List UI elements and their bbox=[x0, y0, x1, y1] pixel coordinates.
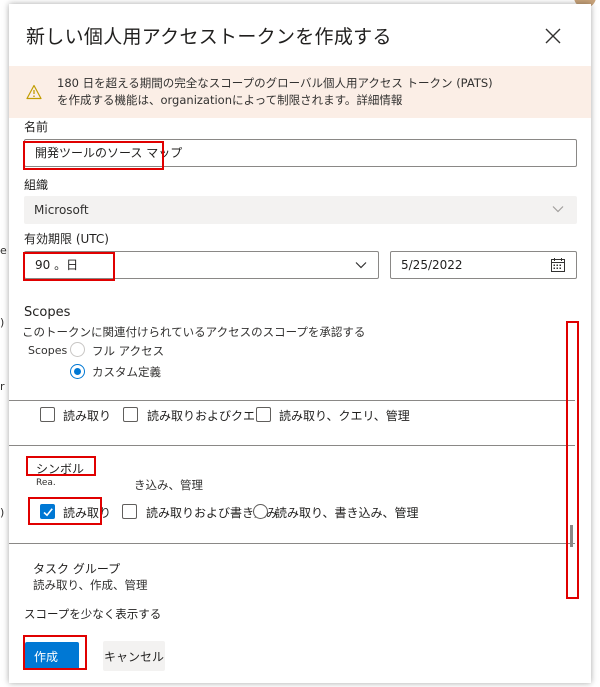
read-query-manage-checkbox[interactable] bbox=[256, 407, 271, 422]
read-query-manage-label: 読み取り、クエリ、管理 bbox=[279, 409, 410, 423]
symbol-description-partial: Rea. bbox=[36, 478, 56, 488]
custom-defined-radio[interactable] bbox=[70, 364, 85, 379]
organization-label: 組織 bbox=[24, 178, 49, 192]
warning-line-1: 180 日を超える期間の完全なスコープのグローバル個人用アクセス トークン (P… bbox=[57, 76, 493, 90]
task-group-description: 読み取り、作成、管理 bbox=[33, 578, 148, 592]
show-fewer-scopes-link[interactable]: スコープを少なく表示する bbox=[24, 606, 161, 622]
expiration-value: 90 。日 bbox=[35, 258, 79, 272]
calendar-icon[interactable] bbox=[550, 257, 566, 273]
background-text: ) bbox=[0, 316, 5, 329]
create-button[interactable]: 作成 bbox=[25, 642, 79, 670]
scopes-title: Scopes bbox=[24, 305, 71, 320]
custom-defined-label: カスタム定義 bbox=[92, 365, 161, 379]
scrollbar-thumb[interactable] bbox=[570, 525, 573, 547]
read-checkbox[interactable] bbox=[40, 407, 55, 422]
learn-more-link[interactable]: 詳細情報 bbox=[356, 93, 402, 107]
date-value: 5/25/2022 bbox=[401, 258, 463, 272]
divider bbox=[9, 400, 575, 401]
warning-text: 180 日を超える期間の完全なスコープのグローバル個人用アクセス トークン (P… bbox=[57, 75, 577, 109]
organization-value: Microsoft bbox=[34, 203, 89, 217]
scopes-description: このトークンに関連付けられているアクセスのスコープを承認する bbox=[22, 325, 366, 339]
divider bbox=[9, 445, 575, 446]
dialog-title: 新しい個人用アクセストークンを作成する bbox=[26, 26, 392, 48]
background-text: r bbox=[0, 380, 5, 393]
symbol-description: き込み、管理 bbox=[134, 478, 203, 492]
name-label: 名前 bbox=[24, 120, 49, 134]
checkmark-icon bbox=[43, 508, 53, 517]
create-token-dialog: 新しい個人用アクセストークンを作成する 180 日を超える期間の完全なスコープの… bbox=[9, 4, 591, 683]
task-group-title: タスク グループ bbox=[33, 562, 121, 576]
symbol-read-write-checkbox[interactable] bbox=[122, 504, 137, 519]
organization-select: Microsoft bbox=[24, 196, 577, 224]
read-query-label: 読み取りおよびクエリ bbox=[147, 409, 268, 423]
chevron-down-icon bbox=[552, 206, 564, 213]
symbol-read-checkbox[interactable] bbox=[40, 504, 55, 519]
expiration-select[interactable]: 90 。日 bbox=[24, 251, 379, 279]
background-text: ) bbox=[0, 506, 5, 519]
scopes-scroll-area[interactable]: Scopes このトークンに関連付けられているアクセスのスコープを承認する Sc… bbox=[9, 304, 575, 604]
warning-banner: 180 日を超える期間の完全なスコープのグローバル個人用アクセス トークン (P… bbox=[9, 66, 591, 118]
name-input[interactable]: 開発ツールのソース マップ bbox=[24, 139, 577, 167]
symbol-read-label: 読み取り bbox=[63, 506, 112, 520]
read-query-checkbox[interactable] bbox=[123, 407, 138, 422]
symbol-title: シンボル bbox=[36, 462, 85, 476]
cancel-button[interactable]: キャンセル bbox=[103, 641, 165, 671]
expiration-label: 有効期限 (UTC) bbox=[24, 232, 109, 246]
date-picker[interactable]: 5/25/2022 bbox=[390, 251, 577, 279]
close-icon[interactable] bbox=[543, 26, 563, 46]
read-label: 読み取り bbox=[63, 409, 112, 423]
symbol-read-write-manage-checkbox[interactable] bbox=[253, 504, 268, 519]
symbol-read-write-manage-label: 読み取り、書き込み、管理 bbox=[275, 506, 419, 520]
full-access-radio[interactable] bbox=[70, 342, 85, 357]
divider bbox=[9, 543, 575, 544]
warning-icon bbox=[26, 84, 42, 100]
background-text: e bbox=[0, 244, 7, 257]
full-access-label: フル アクセス bbox=[92, 344, 165, 358]
scopes-label: Scopes bbox=[28, 344, 68, 357]
warning-line-2: を作成する機能は、organizationによって制限されます。 bbox=[57, 93, 357, 107]
chevron-down-icon[interactable] bbox=[355, 261, 367, 269]
